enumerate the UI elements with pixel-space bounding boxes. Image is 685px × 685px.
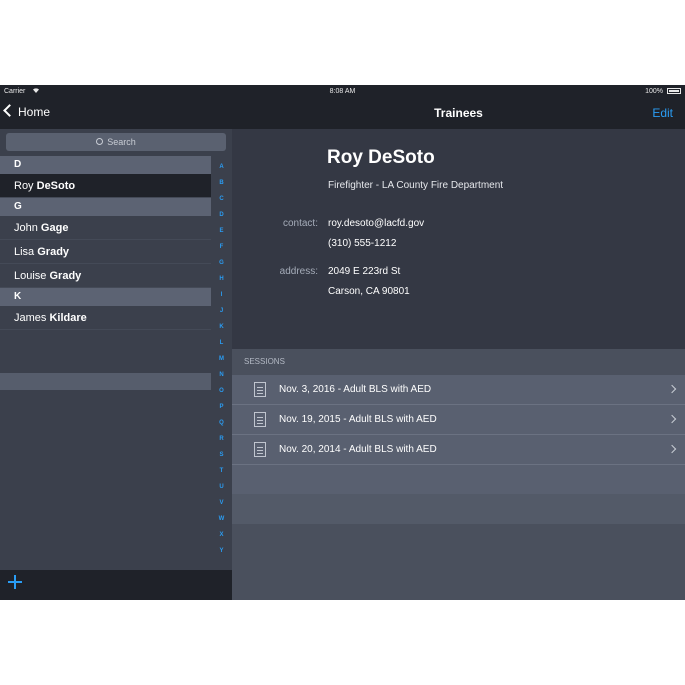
bottom-toolbar xyxy=(0,570,232,600)
address-line2: Carson, CA 90801 xyxy=(328,286,410,297)
list-item-james-kildare[interactable]: James Kildare xyxy=(0,306,211,330)
index-letter[interactable]: R xyxy=(211,436,232,442)
index-letter[interactable]: C xyxy=(211,196,232,202)
empty-area xyxy=(232,524,685,600)
session-row[interactable]: Nov. 20, 2014 - Adult BLS with AED xyxy=(232,435,685,465)
first-name: Lisa xyxy=(14,246,35,258)
index-letter[interactable]: T xyxy=(211,468,232,474)
list-item-lisa-grady[interactable]: Lisa Grady xyxy=(0,240,211,264)
address-label: address: xyxy=(279,266,318,277)
list-item-roy-desoto[interactable]: Roy DeSoto xyxy=(0,174,211,198)
contact-label: contact: xyxy=(282,218,318,229)
search-field[interactable]: Search xyxy=(6,133,226,151)
empty-session-row xyxy=(232,465,685,495)
email-value[interactable]: roy.desoto@lacfd.gov xyxy=(328,218,424,229)
last-name: Grady xyxy=(49,270,82,282)
index-letter[interactable]: J xyxy=(211,308,232,314)
section-header-g: G xyxy=(0,198,211,216)
document-icon xyxy=(254,442,266,457)
session-title: Nov. 19, 2015 - Adult BLS with AED xyxy=(279,414,437,425)
last-name: Gage xyxy=(40,222,69,234)
index-letter[interactable]: U xyxy=(211,484,232,490)
back-label: Home xyxy=(18,105,51,119)
index-letter[interactable]: Y xyxy=(211,548,232,554)
phone-value[interactable]: (310) 555-1212 xyxy=(328,238,396,249)
address-line1: 2049 E 223rd St xyxy=(328,266,401,277)
list-item-louise-grady[interactable]: Louise Grady xyxy=(0,264,211,288)
ipad-screen: Carrier 8:08 AM 100% Home Trainees Edit … xyxy=(0,85,685,600)
edit-button[interactable]: Edit xyxy=(652,106,673,120)
chevron-right-icon xyxy=(667,444,677,454)
index-letter[interactable]: G xyxy=(211,260,232,266)
index-letter[interactable]: E xyxy=(211,228,232,234)
master-nav-bar: Home xyxy=(0,99,232,129)
index-letter[interactable]: X xyxy=(211,532,232,538)
session-row[interactable]: Nov. 3, 2016 - Adult BLS with AED xyxy=(232,375,685,405)
first-name: John xyxy=(14,222,38,234)
trainee-title: Firefighter - LA County Fire Department xyxy=(328,180,504,191)
section-header-k: K xyxy=(0,288,211,306)
search-placeholder: Search xyxy=(107,137,136,147)
index-letter[interactable]: N xyxy=(211,372,232,378)
index-letter[interactable]: A xyxy=(211,164,232,170)
page-title: Trainees xyxy=(434,106,483,120)
document-icon xyxy=(254,412,266,427)
battery-percent: 100% xyxy=(645,88,663,95)
sessions-section: SESSIONS Nov. 3, 2016 - Adult BLS with A… xyxy=(232,349,685,600)
index-letter[interactable]: K xyxy=(211,324,232,330)
index-letter[interactable]: S xyxy=(211,452,232,458)
trainee-list-panel: Search D Roy DeSoto G John Gage Lisa Gra… xyxy=(0,129,232,600)
index-letter[interactable]: L xyxy=(211,340,232,346)
index-letter[interactable]: P xyxy=(211,404,232,410)
section-index[interactable]: A B C D E F G H I J K L M N O P Q R S T U V W X Y xyxy=(211,156,232,557)
index-letter[interactable]: W xyxy=(211,516,232,522)
index-letter[interactable]: B xyxy=(211,180,232,186)
plus-icon[interactable] xyxy=(8,575,22,589)
trainee-name: Roy DeSoto xyxy=(327,147,435,168)
session-title: Nov. 20, 2014 - Adult BLS with AED xyxy=(279,444,437,455)
last-name: DeSoto xyxy=(36,180,76,192)
index-letter[interactable]: M xyxy=(211,356,232,362)
section-header-d: D xyxy=(0,156,211,174)
sessions-header: SESSIONS xyxy=(244,357,285,366)
detail-nav-bar: Trainees Edit xyxy=(232,99,685,129)
last-name: Grady xyxy=(37,246,70,258)
chevron-right-icon xyxy=(667,414,677,424)
index-letter[interactable]: H xyxy=(211,276,232,282)
first-name: Louise xyxy=(14,270,47,282)
status-bar: Carrier 8:08 AM 100% xyxy=(0,85,685,99)
index-letter[interactable]: Q xyxy=(211,420,232,426)
chevron-right-icon xyxy=(667,384,677,394)
empty-band xyxy=(232,494,685,524)
index-letter[interactable]: F xyxy=(211,244,232,250)
battery-icon xyxy=(667,88,681,94)
document-icon xyxy=(254,382,266,397)
index-letter[interactable]: I xyxy=(211,292,232,298)
index-letter[interactable]: D xyxy=(211,212,232,218)
index-letter[interactable]: V xyxy=(211,500,232,506)
session-row[interactable]: Nov. 19, 2015 - Adult BLS with AED xyxy=(232,405,685,435)
index-letter[interactable]: O xyxy=(211,388,232,394)
list-item-john-gage[interactable]: John Gage xyxy=(0,216,211,240)
session-title: Nov. 3, 2016 - Adult BLS with AED xyxy=(279,384,432,395)
status-time: 8:08 AM xyxy=(329,88,356,95)
chevron-left-icon xyxy=(3,104,16,117)
empty-list-band xyxy=(0,373,211,390)
search-icon xyxy=(96,138,104,145)
last-name: Kildare xyxy=(49,312,87,324)
trainee-list: D Roy DeSoto G John Gage Lisa Grady Loui… xyxy=(0,156,211,330)
trainee-detail: Roy DeSoto Firefighter - LA County Fire … xyxy=(232,129,685,349)
back-button[interactable]: Home xyxy=(3,104,51,119)
first-name: Roy xyxy=(14,180,34,192)
first-name: James xyxy=(14,312,47,324)
